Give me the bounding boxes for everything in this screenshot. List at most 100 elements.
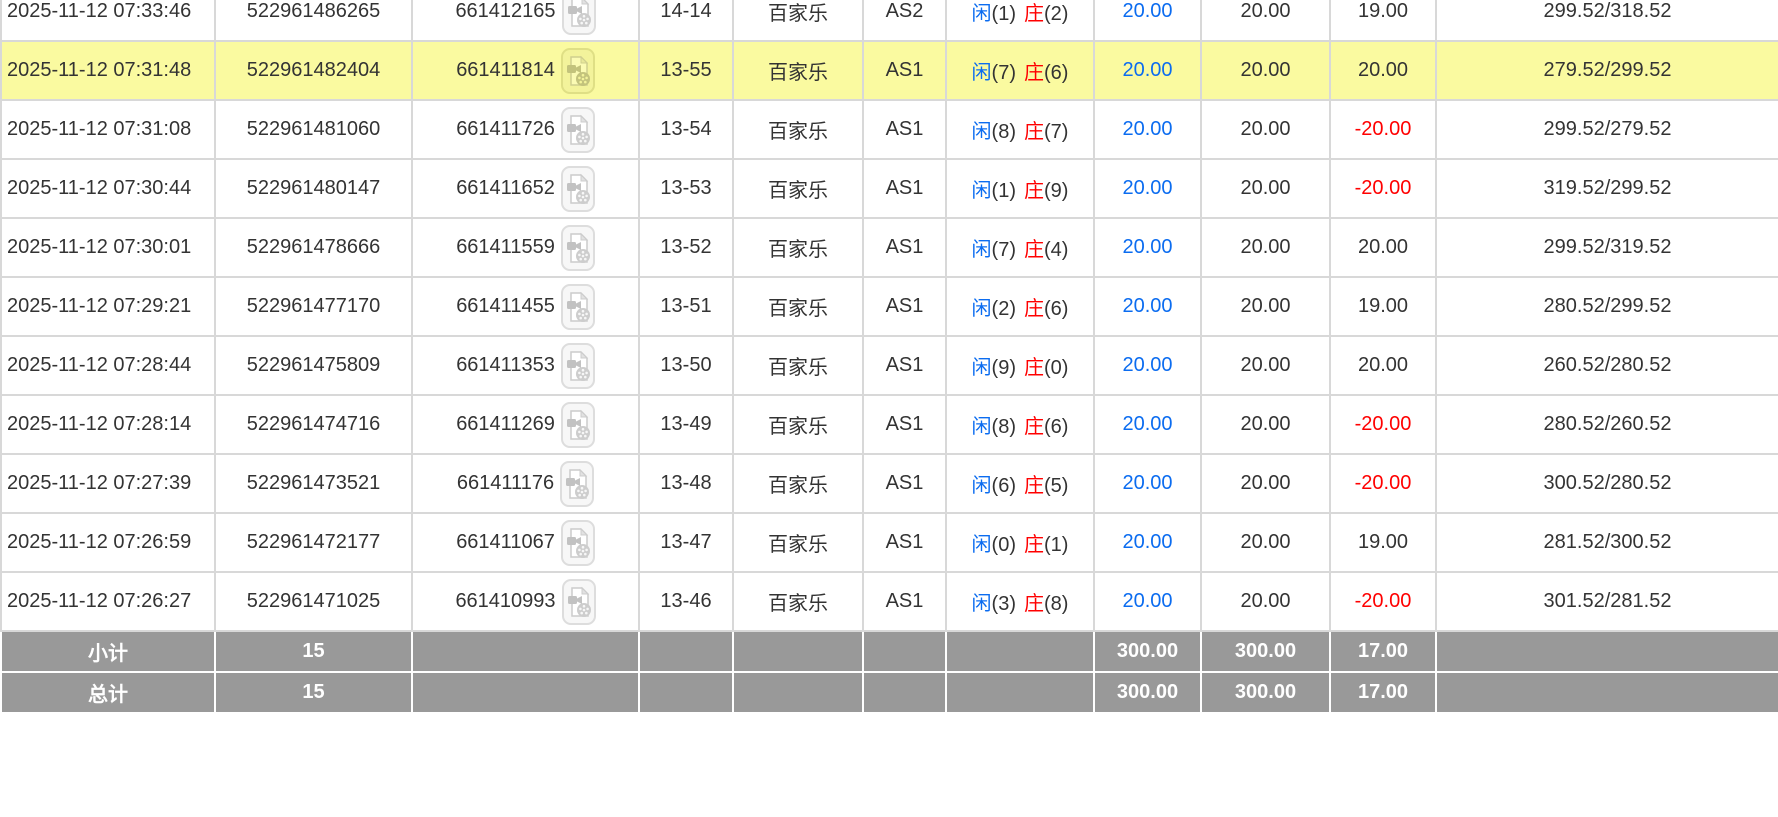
- video-replay-button[interactable]: [562, 0, 596, 35]
- game-no-group: 661411652: [413, 166, 638, 212]
- result-cell: 闲(7)庄(4): [946, 218, 1094, 277]
- result-cell: 闲(7)庄(6): [946, 41, 1094, 100]
- video-replay-button[interactable]: [561, 48, 595, 94]
- banker-label: 庄: [1024, 534, 1044, 556]
- bet-id-cell: 522961472177: [215, 513, 412, 572]
- video-replay-button[interactable]: [561, 284, 595, 330]
- player-label: 闲: [972, 239, 992, 261]
- win-loss-cell: -20.00: [1330, 572, 1436, 631]
- game-no-text: 661411559: [456, 236, 555, 259]
- bet-id-cell: 522961481060: [215, 100, 412, 159]
- win-loss-cell: 20.00: [1330, 218, 1436, 277]
- video-replay-button[interactable]: [561, 520, 595, 566]
- bet-record-row[interactable]: 2025-11-12 07:29:21 522961477170 6614114…: [1, 277, 1778, 336]
- valid-amount-cell: 20.00: [1201, 454, 1330, 513]
- game-no-group: 661411067: [413, 520, 638, 566]
- game-no-cell: 661411067: [412, 513, 639, 572]
- bet-id-cell: 522961473521: [215, 454, 412, 513]
- result-cell: 闲(9)庄(0): [946, 336, 1094, 395]
- bet-time-cell: 2025-11-12 07:26:59: [1, 513, 215, 572]
- game-no-group: 661412165: [413, 0, 638, 35]
- video-replay-icon: [561, 48, 595, 94]
- video-replay-button[interactable]: [562, 579, 596, 625]
- bet-id-cell: 522961482404: [215, 41, 412, 100]
- valid-amount-cell: 20.00: [1201, 41, 1330, 100]
- table-name-cell: AS1: [863, 454, 946, 513]
- bet-record-row[interactable]: 2025-11-12 07:26:59 522961472177 6614110…: [1, 513, 1778, 572]
- video-replay-button[interactable]: [561, 225, 595, 271]
- banker-label: 庄: [1024, 180, 1044, 202]
- video-replay-button[interactable]: [561, 166, 595, 212]
- balance-cell: 300.52/280.52: [1436, 454, 1778, 513]
- video-replay-icon: [561, 166, 595, 212]
- banker-points: (8): [1044, 593, 1068, 615]
- bet-amount-link[interactable]: 20.00: [1122, 118, 1172, 140]
- player-points: (8): [992, 416, 1016, 438]
- player-result-group: 闲(0): [972, 534, 1016, 556]
- bet-record-row[interactable]: 2025-11-12 07:27:39 522961473521 6614111…: [1, 454, 1778, 513]
- summary-empty-cell: [1436, 631, 1778, 672]
- bet-amount-cell: 20.00: [1094, 513, 1201, 572]
- win-loss-cell: -20.00: [1330, 159, 1436, 218]
- bet-amount-cell: 20.00: [1094, 572, 1201, 631]
- bet-record-row[interactable]: 2025-11-12 07:30:01 522961478666 6614115…: [1, 218, 1778, 277]
- win-loss-cell: 19.00: [1330, 277, 1436, 336]
- bet-time-cell: 2025-11-12 07:30:01: [1, 218, 215, 277]
- game-no-text: 661411455: [456, 295, 555, 318]
- player-result-group: 闲(1): [972, 3, 1016, 25]
- bet-record-row[interactable]: 2025-11-12 07:31:08 522961481060 6614117…: [1, 100, 1778, 159]
- game-no-cell: 661411814: [412, 41, 639, 100]
- win-loss-cell: 19.00: [1330, 0, 1436, 41]
- table-name-cell: AS1: [863, 513, 946, 572]
- game-type-cell: 百家乐: [733, 159, 863, 218]
- player-label: 闲: [972, 180, 992, 202]
- result-cell: 闲(0)庄(1): [946, 513, 1094, 572]
- banker-result-group: 庄(8): [1024, 593, 1068, 615]
- bet-amount-link[interactable]: 20.00: [1122, 177, 1172, 199]
- bet-record-row[interactable]: 2025-11-12 07:30:44 522961480147 6614116…: [1, 159, 1778, 218]
- bet-amount-link[interactable]: 20.00: [1122, 413, 1172, 435]
- bet-amount-link[interactable]: 20.00: [1122, 59, 1172, 81]
- valid-amount-cell: 20.00: [1201, 0, 1330, 41]
- valid-amount-cell: 20.00: [1201, 100, 1330, 159]
- bet-time-cell: 2025-11-12 07:31:48: [1, 41, 215, 100]
- game-type-cell: 百家乐: [733, 277, 863, 336]
- video-replay-icon: [561, 402, 595, 448]
- banker-points: (6): [1044, 298, 1068, 320]
- bet-amount-link[interactable]: 20.00: [1122, 0, 1172, 22]
- player-points: (1): [992, 180, 1016, 202]
- table-name-cell: AS1: [863, 41, 946, 100]
- video-replay-button[interactable]: [560, 461, 594, 507]
- bet-record-row[interactable]: 2025-11-12 07:26:27 522961471025 6614109…: [1, 572, 1778, 631]
- player-points: (3): [992, 593, 1016, 615]
- banker-label: 庄: [1024, 3, 1044, 25]
- bet-amount-link[interactable]: 20.00: [1122, 590, 1172, 612]
- player-points: (1): [992, 3, 1016, 25]
- bet-record-row[interactable]: 2025-11-12 07:28:14 522961474716 6614112…: [1, 395, 1778, 454]
- summary-empty-cell: [863, 631, 946, 672]
- game-no-group: 661411814: [413, 48, 638, 94]
- video-replay-button[interactable]: [561, 107, 595, 153]
- round-cell: 13-48: [639, 454, 733, 513]
- summary-count-cell: 15: [215, 672, 412, 713]
- banker-label: 庄: [1024, 357, 1044, 379]
- bet-amount-cell: 20.00: [1094, 218, 1201, 277]
- player-result-group: 闲(8): [972, 416, 1016, 438]
- game-type-cell: 百家乐: [733, 41, 863, 100]
- bet-amount-link[interactable]: 20.00: [1122, 472, 1172, 494]
- valid-amount-cell: 20.00: [1201, 218, 1330, 277]
- bet-record-row[interactable]: 2025-11-12 07:28:44 522961475809 6614113…: [1, 336, 1778, 395]
- table-name-cell: AS1: [863, 100, 946, 159]
- bet-record-row[interactable]: 2025-11-12 07:31:48 522961482404 6614118…: [1, 41, 1778, 100]
- video-replay-button[interactable]: [561, 343, 595, 389]
- table-name-cell: AS2: [863, 0, 946, 41]
- bet-amount-link[interactable]: 20.00: [1122, 295, 1172, 317]
- bet-amount-cell: 20.00: [1094, 159, 1201, 218]
- game-no-cell: 661411455: [412, 277, 639, 336]
- bet-amount-link[interactable]: 20.00: [1122, 354, 1172, 376]
- bet-record-row[interactable]: 2025-11-12 07:33:46 522961486265 6614121…: [1, 0, 1778, 41]
- banker-label: 庄: [1024, 475, 1044, 497]
- video-replay-button[interactable]: [561, 402, 595, 448]
- bet-amount-link[interactable]: 20.00: [1122, 531, 1172, 553]
- bet-amount-link[interactable]: 20.00: [1122, 236, 1172, 258]
